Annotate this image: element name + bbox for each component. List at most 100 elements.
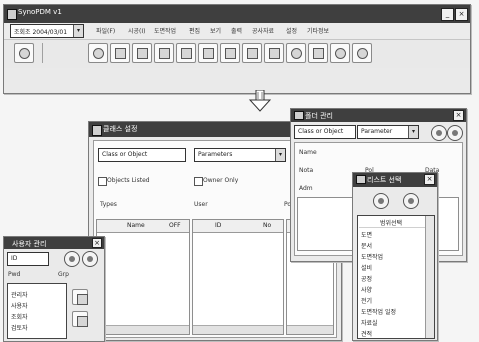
zoom-icon[interactable] — [330, 43, 350, 63]
types-label: Types — [100, 201, 117, 208]
menu-item-8[interactable]: 설정 — [286, 26, 297, 35]
list-item[interactable]: 관리자 — [11, 290, 28, 299]
class-combo[interactable]: Class or Object — [98, 148, 186, 162]
date-combo-value: 조회조 2004/03/01 — [14, 29, 68, 36]
edit-icon[interactable] — [264, 43, 284, 63]
objects-listed-checkbox[interactable] — [98, 177, 107, 186]
folder-field-1: Name — [299, 149, 317, 156]
apply-icon[interactable] — [82, 251, 98, 267]
list-item[interactable]: 사용자 — [11, 301, 28, 310]
list-item[interactable]: 전기 — [361, 296, 372, 305]
add-user-icon[interactable] — [72, 289, 88, 305]
table-icon[interactable] — [242, 43, 262, 63]
list-item[interactable]: 검토자 — [11, 323, 28, 332]
remove-user-icon[interactable] — [72, 311, 88, 327]
parameters-combo[interactable]: Parameters ▾ — [194, 148, 286, 162]
list-window: 리스트 선택 × 범위선택 도면 문서 도면작업 설비 공정 사양 전기 도면작… — [352, 172, 438, 341]
folder-combo-2[interactable]: Parameter ▾ — [357, 125, 419, 139]
chevron-down-icon: ▾ — [408, 126, 418, 138]
search-icon[interactable] — [64, 251, 80, 267]
menu-item-7[interactable]: 공사자료 — [252, 26, 274, 35]
main-toolbar — [4, 40, 470, 68]
folder-combo-2-value: Parameter — [361, 128, 393, 135]
menu-item-1[interactable]: 파일(F) — [96, 26, 115, 35]
main-window: SynoPDM v1 _ × 조회조 2004/03/01 ▾ 파일(F) 시공… — [3, 4, 471, 94]
refresh-icon[interactable] — [431, 125, 447, 141]
vertical-scrollbar[interactable] — [425, 216, 434, 338]
folder-combo[interactable]: Class or Object — [294, 125, 356, 139]
list-item[interactable]: 도면 — [361, 230, 372, 239]
list-item[interactable]: 도면작업 일정 — [361, 307, 396, 316]
types-grid[interactable]: Name OFF — [96, 219, 190, 335]
user-field-1: ID — [11, 255, 18, 262]
window-icon — [356, 175, 366, 184]
col-off: OFF — [169, 222, 181, 229]
list-divider — [359, 227, 425, 228]
copy-icon[interactable] — [154, 43, 174, 63]
user-field-3: Grp — [58, 271, 69, 278]
user-list[interactable]: 관리자 사용자 조회자 검토자 — [7, 283, 67, 339]
print-icon[interactable] — [220, 43, 240, 63]
window-icon — [92, 125, 102, 136]
window-icon — [294, 111, 304, 120]
list-item[interactable]: 견적 — [361, 329, 372, 338]
list-item[interactable]: 도면작업 — [361, 252, 383, 261]
col-id: ID — [215, 222, 222, 229]
list-item[interactable]: 공정 — [361, 274, 372, 283]
list-header: 범위선택 — [380, 220, 403, 227]
paste-icon[interactable] — [176, 43, 196, 63]
close-button[interactable]: × — [455, 8, 468, 21]
search-icon[interactable] — [88, 43, 108, 63]
menu-item-6[interactable]: 출력 — [231, 26, 242, 35]
menu-item-4[interactable]: 편집 — [189, 26, 200, 35]
user-titlebar: 사용자 관리 × — [4, 237, 104, 249]
chevron-down-icon: ▾ — [275, 149, 285, 161]
remove-icon[interactable] — [403, 193, 419, 209]
owner-only-checkbox[interactable] — [194, 177, 203, 186]
close-button[interactable]: × — [424, 174, 435, 185]
folder-icon[interactable] — [132, 43, 152, 63]
document-icon[interactable] — [110, 43, 130, 63]
list-item[interactable]: 조회자 — [11, 312, 28, 321]
folder-field-3: Adm — [299, 185, 313, 192]
col-name: Name — [127, 222, 145, 229]
menu-item-5[interactable]: 보기 — [210, 26, 221, 35]
user-id-input[interactable]: ID — [7, 252, 49, 266]
parameters-combo-value: Parameters — [198, 151, 233, 158]
date-combo[interactable]: 조회조 2004/03/01 ▾ — [10, 24, 84, 38]
settings-icon[interactable] — [308, 43, 328, 63]
user-grid-header: ID No — [193, 220, 283, 233]
horizontal-scrollbar[interactable] — [97, 325, 189, 334]
user-grid[interactable]: ID No — [192, 219, 284, 335]
chevron-down-icon: ▾ — [73, 25, 83, 37]
list-item[interactable]: 자료실 — [361, 318, 378, 327]
main-title: SynoPDM v1 — [18, 8, 62, 16]
objects-listed-label: Objects Listed — [107, 177, 150, 184]
types-grid-header: Name OFF — [97, 220, 189, 233]
menu-item-3[interactable]: 도면작업 — [154, 26, 176, 35]
user-icon[interactable] — [286, 43, 306, 63]
user-field-2: Pwd — [8, 271, 21, 278]
list-item[interactable]: 설비 — [361, 263, 372, 272]
main-menubar: 조회조 2004/03/01 ▾ 파일(F) 시공(I) 도면작업 편집 보기 … — [4, 23, 470, 40]
horizontal-scrollbar[interactable] — [287, 325, 333, 334]
help-icon[interactable] — [352, 43, 372, 63]
category-list[interactable]: 범위선택 도면 문서 도면작업 설비 공정 사양 전기 도면작업 일정 자료실 … — [357, 215, 435, 339]
home-icon[interactable] — [14, 43, 34, 63]
add-icon[interactable] — [373, 193, 389, 209]
menu-item-2[interactable]: 시공(I) — [128, 26, 146, 35]
list-item[interactable]: 문서 — [361, 241, 372, 250]
drawing-icon[interactable] — [198, 43, 218, 63]
menu-item-9[interactable]: 기타정보 — [307, 26, 329, 35]
minimize-button[interactable]: _ — [441, 8, 454, 21]
user-title: 사용자 관리 — [12, 240, 47, 248]
list-item[interactable]: 사양 — [361, 285, 372, 294]
close-button[interactable]: × — [453, 110, 464, 121]
folder-title: 폴더 관리 — [305, 112, 333, 120]
horizontal-scrollbar[interactable] — [193, 325, 283, 334]
close-button[interactable]: × — [92, 238, 102, 248]
apply-icon[interactable] — [447, 125, 463, 141]
toolbar-separator — [42, 43, 43, 63]
arrow-down-icon — [248, 90, 272, 112]
list-title: 리스트 선택 — [367, 176, 402, 184]
